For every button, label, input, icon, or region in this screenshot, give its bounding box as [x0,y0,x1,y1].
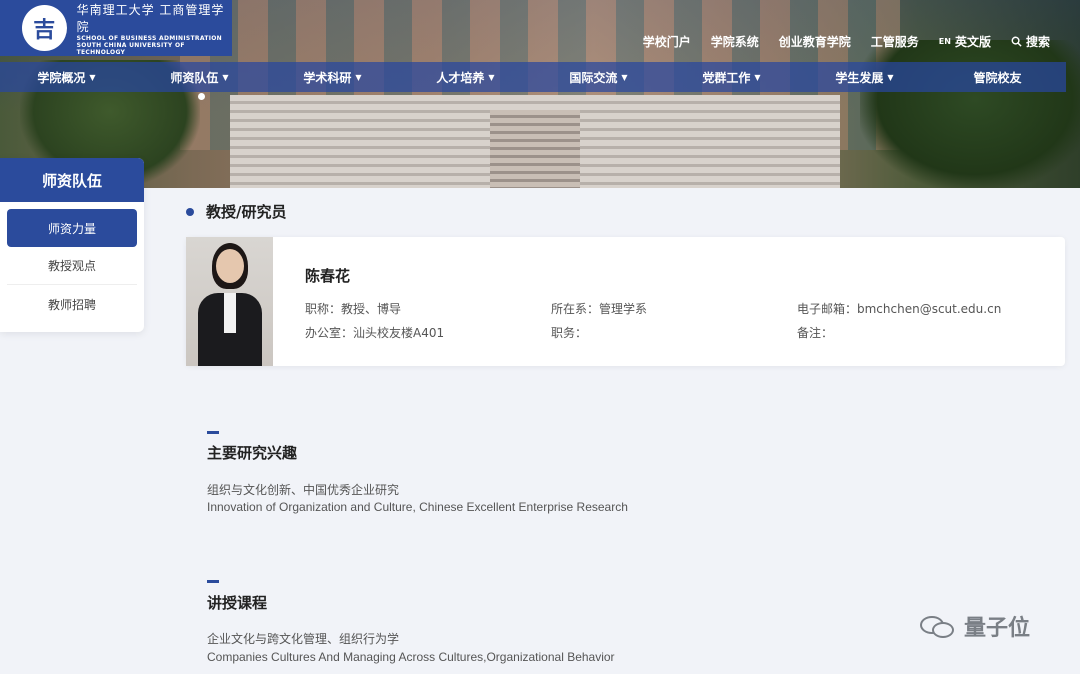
sidebar-item-recruitment[interactable]: 教师招聘 [7,285,137,323]
logo-en-1: SCHOOL OF BUSINESS ADMINISTRATION [76,34,222,42]
section-title: 教授/研究员 [186,201,286,222]
topnav-search-label: 搜索 [1025,35,1050,49]
wechat-icon [918,612,958,640]
courses-accent-bar [207,580,219,583]
profile-duty: 职务： [551,326,588,340]
topnav-services[interactable]: 工管服务 [871,33,919,50]
nav-faculty[interactable]: 师资队伍 ▼ [133,69,266,86]
sidebar-header: 师资队伍 [0,158,144,202]
nav-research-label: 学术科研 [303,70,352,85]
research-cn: 组织与文化创新、中国优秀企业研究 [207,483,400,497]
logo-text: 华南理工大学 工商管理学院 SCHOOL OF BUSINESS ADMINIS… [77,1,232,56]
profile-email[interactable]: 电子邮箱：bmchchen@scut.edu.cn [797,300,1001,317]
topnav-english-label: 英文版 [954,35,991,49]
nav-students-label: 学生发展 [835,70,884,85]
courses-en: Companies Cultures And Managing Across C… [207,650,615,664]
school-logo[interactable]: 吉 华南理工大学 工商管理学院 SCHOOL OF BUSINESS ADMIN… [0,0,232,56]
caret-down-icon: ▼ [355,72,362,82]
sidebar-item-professor-views[interactable]: 教授观点 [7,247,137,285]
nav-alumni[interactable]: 管院校友 [931,69,1064,86]
nav-education[interactable]: 人才培养 ▼ [399,69,532,86]
bullet-dot-icon [186,207,194,216]
watermark: 量子位 [918,610,1030,642]
watermark-text: 量子位 [964,616,1031,641]
nav-international[interactable]: 国际交流 ▼ [532,69,665,86]
search-icon [1011,36,1022,47]
top-nav: 学校门户 学院系统 创业教育学院 工管服务 EN 英文版 搜索 [643,33,1050,50]
university-emblem-icon: 吉 [22,5,67,51]
nav-international-label: 国际交流 [569,70,618,85]
profile-card: 陈春花 职称：教授、博导 所在系：管理学系 电子邮箱：bmchchen@scut… [186,237,1065,366]
caret-down-icon: ▼ [89,72,96,82]
photo-shirt [224,293,236,333]
topnav-search[interactable]: 搜索 [1011,33,1050,50]
caret-down-icon: ▼ [488,72,495,82]
profile-name: 陈春花 [305,267,351,285]
nav-faculty-label: 师资队伍 [170,70,219,85]
nav-party-label: 党群工作 [702,70,751,85]
profile-office: 办公室：汕头校友楼A401 [305,326,445,340]
nav-alumni-label: 管院校友 [973,70,1022,85]
nav-party[interactable]: 党群工作 ▼ [665,69,798,86]
profile-dept: 所在系：管理学系 [551,302,648,316]
en-badge-icon: EN [938,37,951,46]
research-en: Innovation of Organization and Culture, … [207,500,628,514]
research-accent-bar [207,431,219,434]
logo-cn: 华南理工大学 工商管理学院 [76,2,225,34]
profile-title: 职称：教授、博导 [305,302,402,316]
section-title-text: 教授/研究员 [206,203,287,221]
nav-research[interactable]: 学术科研 ▼ [266,69,399,86]
topnav-entrepreneurship[interactable]: 创业教育学院 [779,33,851,50]
nav-students[interactable]: 学生发展 ▼ [798,69,931,86]
topnav-systems[interactable]: 学院系统 [711,33,759,50]
nav-about[interactable]: 学院概况 ▼ [0,69,133,86]
sidebar: 师资队伍 师资力量 教授观点 教师招聘 [0,158,144,332]
courses-cn: 企业文化与跨文化管理、组织行为学 [207,632,400,646]
caret-down-icon: ▼ [887,72,894,82]
nav-education-label: 人才培养 [436,70,485,85]
caret-down-icon: ▼ [754,72,761,82]
photo-face [216,249,244,283]
topnav-portal[interactable]: 学校门户 [643,33,691,50]
courses-title: 讲授课程 [207,594,268,612]
research-title: 主要研究兴趣 [207,444,298,462]
profile-photo [186,237,273,366]
logo-en-2: SOUTH CHINA UNIVERSITY OF TECHNOLOGY [76,41,185,56]
main-nav: 学院概况 ▼ 师资队伍 ▼ 学术科研 ▼ 人才培养 ▼ 国际交流 ▼ 党群工作 ▼ 学生发展… [0,62,1066,92]
sidebar-item-faculty-strength[interactable]: 师资力量 [7,209,137,247]
nav-about-label: 学院概况 [37,70,86,85]
stairs-center-image [490,110,580,188]
topnav-english[interactable]: EN 英文版 [939,33,991,50]
caret-down-icon: ▼ [222,72,229,82]
profile-note: 备注： [797,326,834,340]
caret-down-icon: ▼ [621,72,628,82]
active-nav-indicator [198,93,205,100]
